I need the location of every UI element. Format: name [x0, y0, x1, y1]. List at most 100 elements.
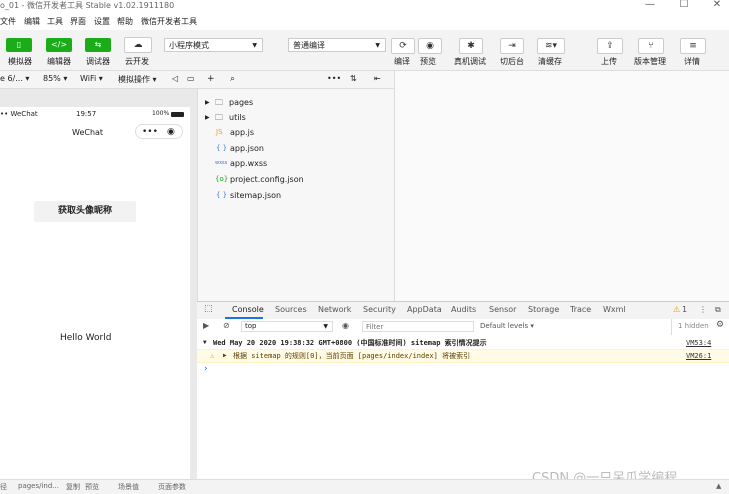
device-select[interactable]: e 6/... ▾ — [0, 74, 29, 83]
warning-icon[interactable]: ⚠ — [673, 305, 680, 314]
status-path[interactable]: pages/ind... — [18, 482, 59, 490]
sort-icon[interactable]: ⇅ — [350, 74, 357, 83]
title-bar: o_01 - 微信开发者工具 Stable v1.02.1911180 — ☐ … — [0, 0, 729, 13]
tab-network[interactable]: Network — [318, 305, 351, 314]
menu-devtools[interactable]: 微信开发者工具 — [141, 16, 197, 27]
clear-cache-label: 清缓存 — [538, 57, 562, 66]
debugger-label: 调试器 — [86, 57, 110, 66]
tab-storage[interactable]: Storage — [528, 305, 559, 314]
gear-icon[interactable]: ⚙ — [716, 320, 724, 330]
tab-audits[interactable]: Audits — [451, 305, 476, 314]
simulate-ops-select[interactable]: 模拟操作 ▾ — [118, 74, 157, 85]
mode-select[interactable]: 小程序模式 ▼ — [164, 38, 263, 52]
chevron-up-icon[interactable]: ▲ — [716, 482, 721, 490]
clear-cache-button[interactable]: ≋▾ — [537, 38, 565, 54]
get-userinfo-button[interactable]: 获取头像昵称 — [34, 201, 136, 222]
preview-button[interactable]: ◉ — [418, 38, 442, 54]
tab-security[interactable]: Security — [363, 305, 396, 314]
chevron-down-icon: ▼ — [375, 42, 380, 49]
menu-file[interactable]: 文件 — [0, 16, 16, 27]
eye-icon[interactable]: ◉ — [342, 321, 349, 330]
log-levels-select[interactable]: Default levels ▾ — [480, 322, 534, 330]
capsule-menu[interactable]: ••• ◉ — [135, 124, 183, 139]
minimize-button[interactable]: — — [640, 0, 660, 12]
tree-item-project-config[interactable]: {o} project.config.json — [198, 172, 395, 187]
menu-help[interactable]: 帮助 — [117, 16, 133, 27]
menu-edit[interactable]: 编辑 — [24, 16, 40, 27]
version-label: 版本管理 — [634, 57, 666, 66]
divider — [671, 319, 672, 335]
console-group-header[interactable]: ▼ Wed May 20 2020 19:38:32 GMT+0800 (中国标… — [197, 337, 729, 349]
source-link[interactable]: VM53:4 — [686, 337, 711, 349]
collapse-icon[interactable]: ⇤ — [374, 74, 381, 83]
rotate-icon[interactable]: ▭ — [187, 74, 195, 83]
json-file-icon: { } — [216, 144, 228, 152]
tab-wxml[interactable]: Wxml — [603, 305, 626, 314]
maximize-button[interactable]: ☐ — [674, 0, 694, 12]
more-icon[interactable]: ••• — [142, 126, 158, 138]
tab-trace[interactable]: Trace — [570, 305, 591, 314]
menu-bar: 文件 编辑 工具 界面 设置 帮助 微信开发者工具 — [0, 13, 729, 30]
compile-label: 编译 — [394, 57, 410, 66]
json-file-icon: { } — [216, 191, 228, 199]
dock-icon[interactable]: ⧉ — [715, 305, 721, 315]
chevron-down-icon: ▼ — [252, 42, 257, 49]
clear-console-icon[interactable]: ⊘ — [223, 321, 230, 330]
inspect-icon[interactable]: ⬚ — [204, 304, 213, 314]
console-prompt[interactable]: › — [197, 363, 729, 375]
tab-appdata[interactable]: AppData — [407, 305, 442, 314]
background-button[interactable]: ⇥ — [500, 38, 524, 54]
console-warning-row[interactable]: ⚠ ▶ 根据 sitemap 的规则[0]，当前页面 [pages/index/… — [197, 349, 729, 363]
version-button[interactable]: ⑂ — [638, 38, 664, 54]
volume-icon[interactable]: ◁ — [172, 74, 178, 83]
more-icon[interactable]: ••• — [327, 74, 341, 83]
debugger-toggle-button[interactable]: ⇆ — [85, 38, 111, 52]
tree-item-app-json[interactable]: { } app.json — [198, 141, 395, 156]
bug-icon: ✱ — [467, 41, 475, 51]
tree-item-pages[interactable]: ▶ 🗀 pages — [198, 95, 395, 110]
status-time: 19:57 — [76, 110, 97, 118]
cloud-dev-button[interactable]: ☁ — [124, 37, 152, 53]
context-select[interactable]: top ▼ — [241, 321, 333, 332]
add-icon[interactable]: + — [207, 74, 215, 84]
editor-label: 编辑器 — [47, 57, 71, 66]
device-debug-button[interactable]: ✱ — [459, 38, 483, 54]
compile-select-value: 普通编译 — [293, 41, 325, 50]
close-button[interactable]: ✕ — [707, 0, 727, 12]
tab-console[interactable]: Console — [232, 305, 264, 314]
menu-settings[interactable]: 设置 — [94, 16, 110, 27]
network-select[interactable]: WiFi ▾ — [80, 74, 103, 83]
details-label: 详情 — [684, 57, 700, 66]
tree-item-utils[interactable]: ▶ 🗀 utils — [198, 110, 395, 125]
source-link[interactable]: VM26:1 — [686, 350, 711, 362]
battery-icon — [171, 112, 184, 117]
code-icon: </> — [50, 40, 68, 49]
editor-toggle-button[interactable]: </> — [46, 38, 72, 52]
sidebar-toggle-icon[interactable]: ▶ — [203, 321, 209, 330]
compile-button[interactable]: ⟳ — [391, 38, 415, 54]
editor-area[interactable] — [394, 71, 729, 301]
menu-tools[interactable]: 工具 — [47, 16, 63, 27]
status-copy[interactable]: 复制 — [66, 482, 80, 492]
kebab-menu-icon[interactable]: ⋮ — [699, 305, 707, 314]
tab-sensor[interactable]: Sensor — [489, 305, 516, 314]
details-button[interactable]: ≡ — [680, 38, 706, 54]
search-icon[interactable]: ⌕ — [230, 74, 235, 84]
window-title: o_01 - 微信开发者工具 Stable v1.02.1911180 — [0, 1, 175, 10]
hidden-count: 1 hidden — [678, 322, 709, 330]
menu-interface[interactable]: 界面 — [70, 16, 86, 27]
tree-item-sitemap-json[interactable]: { } sitemap.json — [198, 188, 395, 203]
zoom-select[interactable]: 85% ▾ — [43, 74, 67, 83]
status-scene[interactable]: 场景值 — [118, 482, 139, 492]
tab-sources[interactable]: Sources — [275, 305, 307, 314]
status-page-params[interactable]: 页面参数 — [158, 482, 186, 492]
status-bar: 径 pages/ind... 复制 预览 场景值 页面参数 ▲ — [0, 479, 729, 494]
simulator-toggle-button[interactable]: ▯ — [6, 38, 32, 52]
tree-item-app-js[interactable]: JS app.js — [198, 125, 395, 140]
upload-button[interactable]: ⇪ — [597, 38, 623, 54]
compile-select[interactable]: 普通编译 ▼ — [288, 38, 386, 52]
tree-item-app-wxss[interactable]: wxss app.wxss — [198, 156, 395, 171]
console-filter-input[interactable] — [362, 321, 474, 332]
record-icon[interactable]: ◉ — [167, 126, 175, 138]
status-preview[interactable]: 预览 — [85, 482, 99, 492]
